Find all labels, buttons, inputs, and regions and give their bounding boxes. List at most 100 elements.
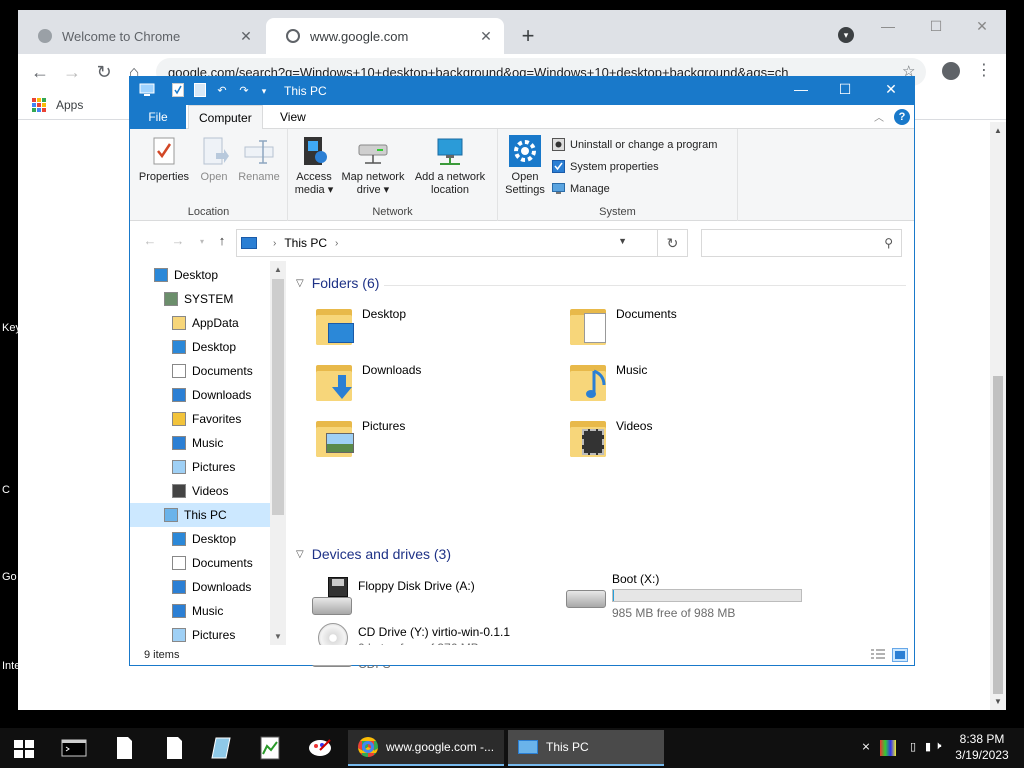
app-icon[interactable] [208, 734, 236, 762]
volume-muted-icon[interactable]: 🕨 [930, 740, 946, 756]
up-icon[interactable]: ↑ [212, 233, 232, 248]
folders-group-header[interactable]: ▽ Folders (6) [296, 275, 379, 291]
taskbar-this-pc-button[interactable]: This PC [508, 730, 664, 766]
nav-item[interactable]: Documents [130, 551, 270, 575]
maximize-icon[interactable]: ☐ [926, 18, 946, 35]
drive-boot[interactable]: Boot (X:) 985 MB free of 988 MB [566, 570, 816, 620]
nav-item[interactable]: Desktop [130, 527, 270, 551]
explorer-titlebar[interactable]: ↶ ↷ ▾ This PC — ☐ ✕ [130, 77, 914, 105]
nav-item[interactable]: Downloads [130, 383, 270, 407]
back-icon[interactable]: ← [28, 60, 52, 84]
back-icon[interactable]: ← [140, 233, 160, 248]
maximize-icon[interactable]: ☐ [830, 81, 860, 98]
nav-item[interactable]: AppData [130, 311, 270, 335]
file-icon[interactable] [110, 734, 138, 762]
close-window-icon[interactable]: ✕ [972, 18, 992, 35]
apps-grid-icon[interactable] [32, 98, 46, 112]
scrollbar-thumb[interactable] [993, 376, 1003, 694]
nav-item[interactable]: Pictures [130, 623, 270, 645]
command-prompt-icon[interactable] [60, 734, 88, 762]
large-icons-view-icon[interactable] [892, 648, 908, 662]
nav-item[interactable]: Music [130, 431, 270, 455]
forward-icon[interactable]: → [60, 60, 84, 84]
nav-item[interactable]: This PC [130, 503, 270, 527]
network-disconnected-icon[interactable]: ⨯ [858, 740, 874, 756]
nav-item[interactable]: Music [130, 599, 270, 623]
folder-pictures[interactable]: Pictures [316, 417, 566, 467]
tab-search-icon[interactable]: ▾ [838, 27, 854, 43]
collapse-ribbon-icon[interactable]: ︿ [874, 109, 884, 124]
close-icon[interactable]: ✕ [876, 81, 906, 98]
rename-button[interactable]: Rename [236, 135, 282, 184]
forward-icon[interactable]: → [168, 233, 188, 248]
nav-scrollbar[interactable]: ▲ ▼ [270, 261, 286, 645]
tab-google[interactable]: www.google.com ✕ [266, 18, 504, 54]
color-icon[interactable] [880, 740, 896, 756]
folder-downloads[interactable]: Downloads [316, 361, 566, 411]
profile-avatar-icon[interactable] [942, 62, 960, 80]
paint-icon[interactable] [306, 734, 334, 762]
customize-toolbar-icon[interactable]: ▾ [256, 83, 272, 99]
task-manager-icon[interactable] [256, 734, 284, 762]
open-button[interactable]: Open [194, 135, 234, 184]
nav-item[interactable]: Documents [130, 359, 270, 383]
tab-computer[interactable]: Computer [188, 105, 263, 130]
add-network-location-button[interactable]: Add a network location [410, 135, 490, 197]
refresh-button[interactable]: ↻ [658, 229, 688, 257]
details-view-icon[interactable] [870, 648, 886, 662]
new-folder-icon[interactable] [192, 83, 208, 99]
scroll-up-arrow-icon[interactable]: ▲ [270, 265, 286, 274]
start-windows-icon[interactable] [10, 734, 38, 762]
page-scrollbar[interactable]: ▲ ▼ [990, 122, 1006, 710]
redo-icon[interactable]: ↷ [236, 83, 252, 99]
nav-item[interactable]: Desktop [130, 263, 270, 287]
nav-item[interactable]: Desktop [130, 335, 270, 359]
reload-icon[interactable]: ↻ [92, 60, 116, 84]
map-network-drive-button[interactable]: Map network drive ▾ [338, 135, 408, 197]
address-dropdown-icon[interactable]: ▼ [618, 236, 627, 246]
undo-icon[interactable]: ↶ [214, 83, 230, 99]
tab-welcome-to-chrome[interactable]: Welcome to Chrome ✕ [18, 18, 264, 54]
file-icon[interactable] [160, 734, 188, 762]
apps-bookmark[interactable]: Apps [56, 98, 83, 112]
scroll-up-arrow-icon[interactable]: ▲ [990, 126, 1006, 135]
tab-view[interactable]: View [270, 105, 316, 129]
access-media-button[interactable]: Access media ▾ [292, 135, 336, 197]
open-settings-button[interactable]: Open Settings [502, 135, 548, 197]
scroll-down-arrow-icon[interactable]: ▼ [990, 697, 1006, 706]
nav-item[interactable]: SYSTEM [130, 287, 270, 311]
usb-icon[interactable]: ▯ [905, 740, 921, 756]
nav-item[interactable]: Videos [130, 479, 270, 503]
system-properties-button[interactable]: System properties [552, 160, 659, 173]
clock[interactable]: 8:38 PM 3/19/2023 [950, 731, 1014, 763]
minimize-icon[interactable]: — [786, 81, 816, 97]
tab-file[interactable]: File [130, 105, 186, 129]
scrollbar-thumb[interactable] [272, 279, 284, 515]
scroll-down-arrow-icon[interactable]: ▼ [270, 632, 286, 641]
search-input[interactable]: ⚲ [701, 229, 902, 257]
new-tab-button[interactable]: + [516, 24, 540, 48]
taskbar-chrome-button[interactable]: www.google.com -... [348, 730, 504, 766]
folder-videos[interactable]: Videos [570, 417, 820, 467]
close-icon[interactable]: ✕ [478, 28, 494, 45]
folder-desktop[interactable]: Desktop [316, 305, 566, 355]
devices-group-header[interactable]: ▽ Devices and drives (3) [296, 546, 451, 562]
nav-item[interactable]: Downloads [130, 575, 270, 599]
properties-check-icon[interactable] [170, 83, 186, 99]
minimize-icon[interactable]: — [878, 18, 898, 34]
folder-music[interactable]: Music [570, 361, 820, 411]
help-icon[interactable]: ? [894, 109, 910, 125]
close-icon[interactable]: ✕ [238, 28, 254, 45]
folder-documents[interactable]: Documents [570, 305, 820, 355]
nav-item[interactable]: Pictures [130, 455, 270, 479]
breadcrumb-separator-icon: › [335, 237, 339, 249]
address-location[interactable]: This PC [284, 236, 327, 250]
menu-dots-icon[interactable]: ⋮ [976, 60, 992, 80]
address-bar[interactable]: › This PC › ▼ [236, 229, 658, 257]
uninstall-program-button[interactable]: Uninstall or change a program [552, 138, 717, 151]
manage-button[interactable]: Manage [552, 182, 610, 195]
recent-locations-icon[interactable]: ▾ [192, 237, 212, 246]
drive-floppy[interactable]: Floppy Disk Drive (A:) [312, 577, 562, 627]
nav-item[interactable]: Favorites [130, 407, 270, 431]
properties-button[interactable]: Properties [136, 135, 192, 184]
